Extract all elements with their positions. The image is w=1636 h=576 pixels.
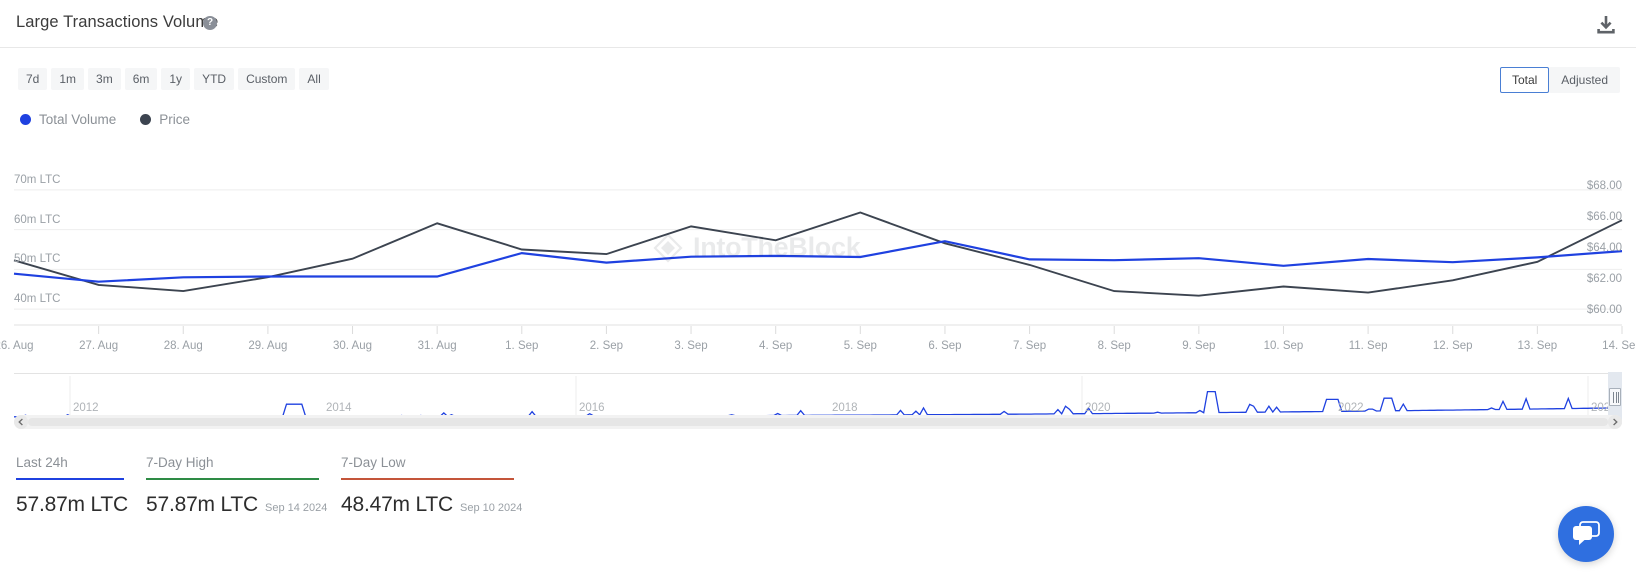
stat-value-row: 48.47m LTC Sep 10 2024 — [341, 493, 522, 517]
chart-canvas — [13, 189, 1623, 334]
x-axis-tick-label: 11. Sep — [1348, 340, 1388, 352]
stat-label: 7-Day High — [146, 455, 214, 470]
range-button-ytd[interactable]: YTD — [194, 68, 235, 90]
x-axis-tick-label: 6. Sep — [928, 340, 962, 352]
chat-bubble-icon[interactable] — [1558, 506, 1614, 562]
series-line-total-volume — [13, 240, 1623, 283]
navigator-year-label: 2018 — [832, 402, 858, 414]
x-axis-tick-label: 14. Sep — [1602, 340, 1636, 352]
scroll-left-arrow[interactable] — [14, 415, 28, 429]
chart-plot-area[interactable]: IntoTheBlock 40m LTC 50m LTC 60m LTC 70m LT… — [0, 150, 1636, 365]
y-axis-left-tick-label: 50m LTC — [14, 253, 61, 266]
stat-card-7-day-low: 7-Day Low 48.47m LTC Sep 10 2024 — [341, 455, 536, 517]
stat-value-row: 57.87m LTC Sep 14 2024 — [146, 493, 327, 517]
stat-card-last-24h: Last 24h 57.87m LTC — [16, 455, 146, 517]
x-axis-tick-label: 8. Sep — [1097, 340, 1131, 352]
x-axis-tick-label: 31. Aug — [417, 340, 457, 352]
stat-label: Last 24h — [16, 455, 68, 470]
y-axis-right-tick-label: $66.00 — [1586, 211, 1622, 224]
stat-accent-rule — [146, 478, 319, 480]
navigator-handle-grip — [1609, 388, 1621, 406]
x-axis-tick-label: 1. Sep — [505, 340, 539, 352]
mode-button-total[interactable]: Total — [1499, 67, 1550, 93]
mode-button-adjusted[interactable]: Adjusted — [1549, 67, 1620, 93]
range-button-7d[interactable]: 7d — [18, 68, 48, 90]
x-axis-tick-label: 27. Aug — [79, 340, 119, 352]
x-axis-tick-label: 26. Aug — [0, 340, 34, 352]
x-axis-tick-label: 29. Aug — [248, 340, 288, 352]
x-axis-tick-label: 7. Sep — [1012, 340, 1047, 352]
stat-accent-rule — [16, 478, 124, 480]
summary-stats: Last 24h 57.87m LTC 7-Day High 57.87m LT… — [16, 455, 536, 517]
stat-accent-rule — [341, 478, 514, 480]
legend-label-price: Price — [159, 112, 191, 127]
range-selector-group: 7d 1m 3m 6m 1y YTD Custom All — [18, 68, 329, 90]
navigator-year-label: 2012 — [73, 402, 99, 414]
x-axis-tick-label: 4. Sep — [759, 340, 793, 352]
x-axis-tick-label: 3. Sep — [674, 340, 708, 352]
navigator-year-label: 2022 — [1338, 402, 1364, 414]
y-axis-right-tick-label: $68.00 — [1586, 180, 1622, 193]
range-button-3m[interactable]: 3m — [88, 68, 121, 90]
series-dot-icon — [140, 114, 152, 125]
y-axis-right-tick-label: $64.00 — [1586, 241, 1622, 254]
stat-value: 57.87m LTC — [146, 493, 258, 516]
navigator-year-label: 2020 — [1085, 402, 1111, 414]
stat-value: 48.47m LTC — [341, 493, 453, 516]
chart-legend: Total Volume Price — [20, 112, 190, 127]
stat-date: Sep 10 2024 — [460, 502, 523, 514]
page-title: Large Transactions Volume — [16, 13, 219, 31]
chart-x-tick-marks — [14, 324, 1623, 334]
x-axis-tick-label: 2. Sep — [589, 340, 624, 352]
y-axis-right-tick-label: $62.00 — [1586, 272, 1622, 285]
scroll-thumb[interactable] — [28, 418, 1608, 426]
chart-navigator[interactable]: 2012 2014 2016 2018 2020 2022 2024 — [14, 372, 1622, 424]
range-button-all[interactable]: All — [299, 68, 329, 90]
x-axis-tick-label: 28. Aug — [163, 340, 203, 352]
x-axis-tick-label: 5. Sep — [843, 340, 877, 352]
legend-item-total-volume[interactable]: Total Volume — [20, 112, 116, 127]
x-axis-tick-label: 10. Sep — [1263, 340, 1304, 352]
chart-toolbar: 7d 1m 3m 6m 1y YTD Custom All Total Adju… — [0, 48, 1636, 93]
navigator-year-label: 2016 — [579, 402, 605, 414]
y-axis-right-tick-label: $60.00 — [1586, 303, 1622, 316]
navigator-year-label: 2014 — [326, 402, 352, 414]
series-dot-icon — [20, 114, 31, 125]
y-axis-left-tick-label: 60m LTC — [14, 213, 61, 226]
range-button-1m[interactable]: 1m — [51, 68, 85, 90]
range-button-custom[interactable]: Custom — [238, 68, 296, 90]
panel-header: Large Transactions Volume ? — [0, 0, 1636, 48]
range-button-1y[interactable]: 1y — [161, 68, 191, 90]
legend-item-price[interactable]: Price — [140, 112, 190, 127]
legend-label-total-volume: Total Volume — [39, 112, 117, 127]
x-axis-tick-label: 30. Aug — [333, 340, 373, 352]
series-line-price — [13, 211, 1623, 297]
stat-card-7-day-high: 7-Day High 57.87m LTC Sep 14 2024 — [146, 455, 341, 517]
stat-label: 7-Day Low — [341, 455, 406, 470]
navigator-scrollbar[interactable] — [14, 415, 1622, 429]
scroll-right-arrow[interactable] — [1608, 415, 1622, 429]
range-button-6m[interactable]: 6m — [124, 68, 158, 90]
help-circle-icon[interactable]: ? — [203, 16, 217, 30]
stat-value: 57.87m LTC — [16, 493, 128, 516]
stat-value-row: 57.87m LTC — [16, 493, 128, 517]
x-axis-tick-label: 13. Sep — [1517, 340, 1558, 352]
x-axis-tick-label: 9. Sep — [1182, 340, 1216, 352]
download-icon[interactable] — [1595, 14, 1617, 36]
y-axis-left-tick-label: 70m LTC — [14, 173, 61, 186]
help-glyph: ? — [206, 17, 214, 28]
y-axis-left-tick-label: 40m LTC — [14, 293, 61, 306]
mode-selector-group: Total Adjusted — [1499, 67, 1620, 93]
navigator-series-line — [14, 390, 1622, 418]
x-axis-tick-label: 12. Sep — [1432, 340, 1473, 352]
stat-date: Sep 14 2024 — [265, 502, 328, 514]
